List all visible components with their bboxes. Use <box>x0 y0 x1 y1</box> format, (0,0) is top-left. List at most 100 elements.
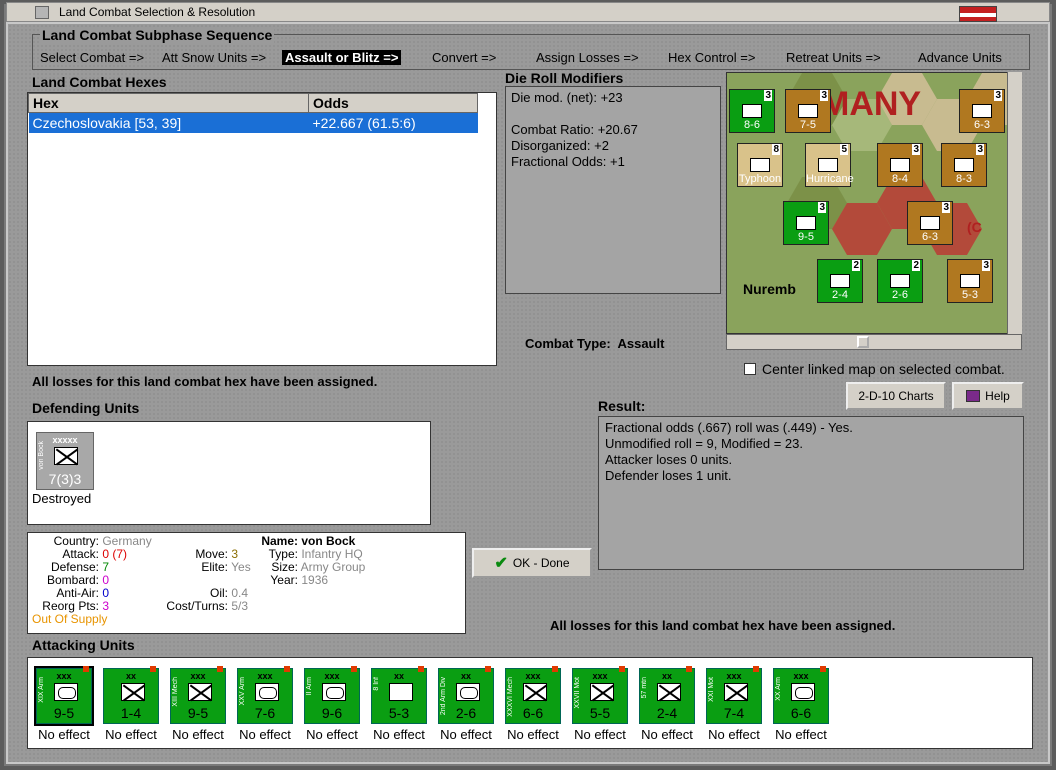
counter-label: Typhoon <box>738 173 782 185</box>
result-line: Defender loses 1 unit. <box>605 468 732 483</box>
armor-symbol-icon <box>54 683 78 701</box>
col-hex[interactable]: Hex <box>28 93 309 113</box>
table-row[interactable]: Czechoslovakia [53, 39] +22.667 (61.5:6) <box>28 112 478 133</box>
counter-corner: 3 <box>942 202 950 213</box>
defending-unit-counter[interactable]: xxxxx von Bock 7(3)3 <box>36 432 94 490</box>
map-vertical-scrollbar[interactable] <box>1007 72 1022 334</box>
unit-strength: 2-4 <box>656 705 678 721</box>
unit-size: xxx <box>56 671 72 681</box>
map-unit-counter[interactable]: 3 6-3 <box>959 89 1005 133</box>
subphase-step[interactable]: Convert => <box>432 50 496 65</box>
checkmark-icon: ✔ <box>494 555 508 572</box>
counter-corner: 3 <box>982 260 990 271</box>
hexes-heading: Land Combat Hexes <box>32 74 167 90</box>
cost-value: 5/3 <box>231 599 249 613</box>
type-value: Infantry HQ <box>301 547 363 561</box>
armor-symbol-icon <box>255 683 279 701</box>
title-bar: Land Combat Selection & Resolution <box>6 2 1050 22</box>
subphase-step[interactable]: Att Snow Units => <box>162 50 266 65</box>
attacking-unit-counter[interactable]: xxx XX Arm 6-6 <box>773 666 829 724</box>
attacking-unit-counter[interactable]: xxx XIX Arm 9-5 <box>34 666 94 726</box>
map-unit-counter[interactable]: 3 8-4 <box>877 143 923 187</box>
hexes-list[interactable]: Hex Odds Czechoslovakia [53, 39] +22.667… <box>27 92 497 366</box>
scroll-thumb[interactable] <box>857 336 869 348</box>
attack-result: No effect <box>105 727 157 742</box>
attacking-unit-counter[interactable]: xx 8 Inf 5-3 <box>371 666 427 724</box>
map-unit-counter[interactable]: 3 8-6 <box>729 89 775 133</box>
counter-label: Hurricane <box>806 173 854 185</box>
attacking-unit-counter[interactable]: xx 1-4 <box>103 666 159 724</box>
year-value: 1936 <box>301 573 329 587</box>
infantry-symbol-icon <box>121 683 145 701</box>
map-unit-counter[interactable]: 3 5-3 <box>947 259 993 303</box>
system-menu-icon[interactable] <box>35 6 49 19</box>
subphase-step[interactable]: Assault or Blitz => <box>282 50 402 65</box>
infantry-symbol-icon <box>590 683 614 701</box>
unit-name: von Bock <box>38 441 45 470</box>
map-horizontal-scrollbar[interactable] <box>726 334 1022 350</box>
attack-result: No effect <box>708 727 760 742</box>
attack-result: No effect <box>239 727 291 742</box>
german-flag-icon <box>959 6 997 22</box>
counter-label: 8-3 <box>956 173 972 185</box>
map-unit-counter[interactable]: 3 6-3 <box>907 201 953 245</box>
counter-corner: 3 <box>994 90 1002 101</box>
attacking-unit-counter[interactable]: xxx XXXVI Mech 6-6 <box>505 666 561 724</box>
map-unit-counter[interactable]: 3 8-3 <box>941 143 987 187</box>
subphase-step[interactable]: Select Combat => <box>40 50 144 65</box>
map-unit-counter[interactable]: 2 2-4 <box>817 259 863 303</box>
subphase-step[interactable]: Assign Losses => <box>536 50 639 65</box>
counter-label: 5-3 <box>962 289 978 301</box>
attacking-unit-counter[interactable]: xxx XXVII Mot 5-5 <box>572 666 628 724</box>
subphase-step[interactable]: Retreat Units => <box>786 50 881 65</box>
unit-strength: 9-5 <box>53 705 75 721</box>
map-unit-counter[interactable]: 3 9-5 <box>783 201 829 245</box>
map-unit-counter[interactable]: 2 2-6 <box>877 259 923 303</box>
attacking-unit-counter[interactable]: xxx XXV Arm 7-6 <box>237 666 293 724</box>
unit-symbol-icon <box>960 274 980 288</box>
infantry-symbol-icon <box>188 683 212 701</box>
combat-type-label: Combat Type: <box>525 336 611 351</box>
help-button[interactable]: Help <box>952 382 1024 410</box>
oil-value: 0.4 <box>231 586 249 600</box>
unit-size: xxxxx <box>52 435 78 445</box>
center-map-checkbox[interactable] <box>744 363 756 375</box>
attack-result: No effect <box>373 727 425 742</box>
unit-strength: 7(3)3 <box>48 471 82 487</box>
result-line: Fractional odds (.667) roll was (.449) -… <box>605 420 853 435</box>
ok-done-button[interactable]: ✔ OK - Done <box>472 548 592 578</box>
counter-label: 6-3 <box>974 119 990 131</box>
attack-full-value: (7) <box>112 547 128 561</box>
attacking-unit-counter[interactable]: xxx II Arm 9-6 <box>304 666 360 724</box>
unit-name: 57 mtn <box>641 677 648 699</box>
bombard-value: 0 <box>102 573 110 587</box>
center-map-option[interactable]: Center linked map on selected combat. <box>744 361 1005 377</box>
map-unit-counter[interactable]: 8 Typhoon <box>737 143 783 187</box>
unit-size: xx <box>460 671 471 681</box>
attacking-unit-counter[interactable]: xx 57 mtn 2-4 <box>639 666 695 724</box>
country-value: Germany <box>102 534 152 548</box>
unit-strength: 6-6 <box>790 705 812 721</box>
subphase-step[interactable]: Advance Units <box>918 50 1002 65</box>
attacking-unit-counter[interactable]: xxx XIII Mech 9-5 <box>170 666 226 724</box>
artillery-symbol-icon <box>389 683 413 701</box>
reorg-value: 3 <box>102 599 110 613</box>
map-unit-counter[interactable]: 5 Hurricane <box>805 143 854 187</box>
attacking-units-panel: xxx XIX Arm 9-5 No effect xx 1-4 No effect xxx X… <box>27 657 1033 749</box>
infantry-symbol-icon <box>523 683 547 701</box>
counter-corner: 5 <box>840 144 848 155</box>
unit-symbol-icon <box>750 158 770 172</box>
map-unit-counter[interactable]: 3 7-5 <box>785 89 831 133</box>
attacking-unit-counter[interactable]: xx 2nd Arm Div 2-6 <box>438 666 494 724</box>
charts-button[interactable]: 2-D-10 Charts <box>846 382 946 410</box>
attacking-unit-counter[interactable]: xxx XXI Mot 7-4 <box>706 666 762 724</box>
unit-name: 8 Inf <box>373 677 380 691</box>
unit-size: xx <box>661 671 672 681</box>
subphase-step[interactable]: Hex Control => <box>668 50 755 65</box>
linked-map[interactable]: MANY Nuremb (C 3 8-6 3 7-5 3 6-3 8 Typhoon 5 Hurr… <box>726 72 1022 334</box>
ok-label: OK - Done <box>512 556 570 570</box>
charts-label: 2-D-10 Charts <box>858 389 934 403</box>
unit-symbol-icon <box>890 158 910 172</box>
attack-result: No effect <box>172 727 224 742</box>
col-odds[interactable]: Odds <box>308 93 478 113</box>
